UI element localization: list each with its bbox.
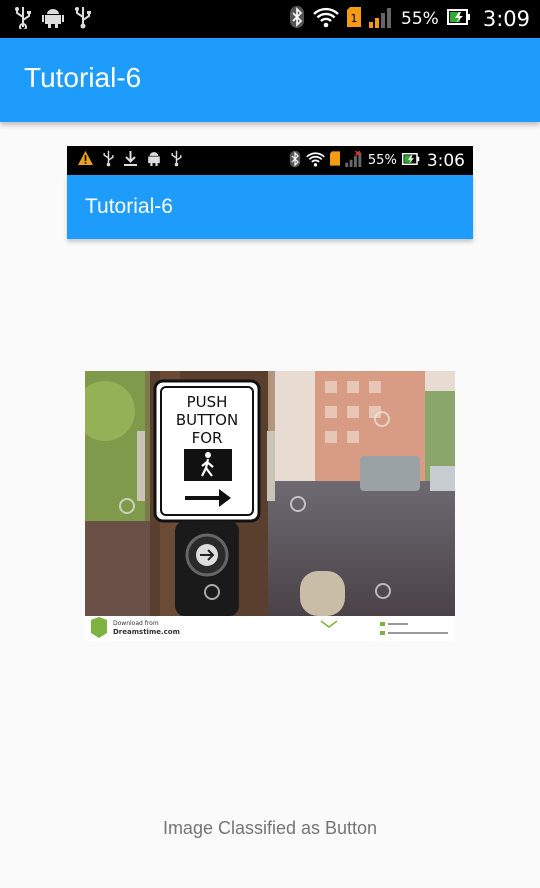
embedded-notification-icons (77, 149, 183, 171)
embedded-app-bar: Tutorial-6 (67, 175, 473, 239)
embedded-system-icons: 55% 3:06 (289, 146, 465, 175)
bluetooth-icon (289, 150, 301, 172)
battery-percent: 55% (367, 153, 397, 168)
app-title: Tutorial-6 (24, 62, 142, 93)
classified-image: PUSH BUTTON FOR Download from Dreamstime… (85, 371, 455, 641)
usb-icon (170, 149, 183, 171)
usb-icon (74, 5, 92, 33)
sim-1-icon (329, 151, 340, 170)
usb-icon (14, 5, 32, 33)
battery-percent: 55% (401, 9, 439, 29)
notification-icons (14, 6, 92, 32)
system-icons: 1 55% 3:09 (289, 0, 530, 38)
bluetooth-icon (289, 5, 305, 33)
download-icon (123, 150, 138, 171)
classification-result-text: Image Classified as Button (162, 818, 378, 838)
android-icon (42, 6, 64, 32)
status-bar: 1 55% 3:09 (0, 0, 540, 38)
signal-icon (369, 6, 393, 32)
usb-icon (102, 149, 115, 171)
footer-brand-text: Dreamstime.com (113, 628, 180, 636)
android-icon (146, 150, 162, 170)
sign-text-for: FOR (192, 429, 223, 447)
sim-1-icon: 1 (347, 7, 362, 31)
wifi-icon (313, 6, 339, 32)
clock: 3:09 (482, 7, 530, 31)
sign-text-push: PUSH (187, 393, 228, 411)
footer-download-text: Download from (113, 620, 159, 627)
sign-text-button: BUTTON (176, 411, 238, 429)
battery-charging-icon (401, 151, 420, 170)
embedded-status-bar: 55% 3:06 (67, 146, 473, 175)
embedded-app-title: Tutorial-6 (85, 195, 173, 218)
svg-text:1: 1 (351, 12, 358, 25)
warning-icon (77, 150, 94, 170)
embedded-screenshot: 55% 3:06 Tutorial-6 (67, 146, 473, 239)
signal-icon (345, 149, 363, 171)
clock: 3:06 (426, 150, 465, 171)
app-bar: Tutorial-6 (0, 38, 540, 122)
battery-charging-icon (446, 8, 471, 30)
wifi-icon (306, 151, 325, 171)
